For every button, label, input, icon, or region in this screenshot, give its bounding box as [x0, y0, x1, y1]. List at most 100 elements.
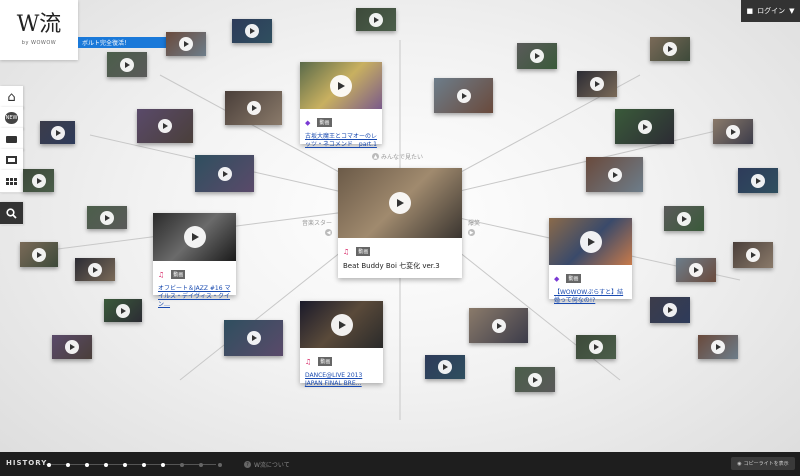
video-thumbnail[interactable]	[52, 335, 92, 359]
sidebar-item-folder[interactable]	[0, 149, 23, 172]
play-icon[interactable]	[590, 77, 604, 91]
video-thumbnail[interactable]	[195, 155, 254, 192]
play-icon[interactable]	[217, 166, 232, 181]
play-icon[interactable]	[746, 248, 760, 262]
play-icon[interactable]	[389, 192, 411, 214]
about-link[interactable]: ? W流について	[244, 460, 290, 469]
sidebar-item-home[interactable]: ⌂	[0, 86, 23, 109]
video-title[interactable]: Beat Buddy Boi 七変化 ver.3	[343, 262, 457, 270]
video-thumbnail[interactable]	[576, 335, 616, 359]
video-thumbnail[interactable]	[225, 91, 282, 125]
video-card-right[interactable]: ◆ 動画 【WOWOWぷらすと】結婚って何なの!?	[549, 218, 632, 304]
history-dot[interactable]	[180, 463, 184, 467]
video-thumbnail[interactable]	[676, 258, 716, 282]
play-icon[interactable]	[183, 226, 206, 248]
play-icon[interactable]	[456, 88, 471, 103]
video-thumbnail[interactable]	[733, 242, 773, 268]
login-button[interactable]: ■ ログイン ▼	[741, 0, 800, 22]
play-icon[interactable]	[689, 263, 703, 277]
play-icon[interactable]	[330, 74, 352, 97]
history-dot[interactable]	[66, 463, 70, 467]
play-icon[interactable]	[32, 247, 46, 262]
sidebar-item-genre[interactable]	[0, 128, 23, 151]
play-icon[interactable]	[158, 119, 172, 133]
history-dot[interactable]	[142, 463, 146, 467]
video-thumbnail[interactable]	[166, 32, 206, 56]
video-thumbnail[interactable]	[87, 206, 127, 229]
play-icon[interactable]	[245, 24, 259, 38]
play-icon[interactable]	[438, 360, 452, 374]
history-dot[interactable]	[47, 463, 51, 467]
app-logo[interactable]: W流 by WOWOW	[0, 0, 78, 60]
play-icon[interactable]	[246, 331, 261, 345]
play-icon[interactable]	[663, 303, 677, 317]
direction-right-label[interactable]: 爆笑 ▶	[468, 218, 480, 236]
video-thumbnail[interactable]	[356, 8, 396, 31]
video-thumbnail[interactable]	[23, 169, 54, 192]
history-dot[interactable]	[123, 463, 127, 467]
play-icon[interactable]	[491, 318, 506, 333]
video-thumbnail[interactable]	[300, 301, 383, 348]
history-dot[interactable]	[161, 463, 165, 467]
play-icon[interactable]	[726, 124, 740, 139]
play-icon[interactable]	[50, 125, 65, 140]
video-card-top[interactable]: ◆ 動画 古坂大魔王とコマオーのレッツ・ネコメンド part.1	[300, 62, 382, 148]
video-title[interactable]: オフビート＆JAZZ #16 マイルス・デイヴィス・クイン…	[158, 285, 231, 309]
video-thumbnail[interactable]	[137, 109, 193, 143]
video-thumbnail[interactable]	[713, 119, 753, 144]
play-icon[interactable]	[528, 372, 542, 387]
video-thumbnail[interactable]	[615, 109, 674, 144]
video-thumbnail[interactable]	[469, 308, 528, 343]
play-icon[interactable]	[637, 119, 652, 134]
play-icon[interactable]	[677, 211, 691, 226]
video-thumbnail[interactable]	[586, 157, 643, 192]
video-thumbnail[interactable]	[40, 121, 75, 144]
play-icon[interactable]	[31, 173, 46, 188]
video-thumbnail[interactable]	[577, 71, 617, 97]
video-thumbnail[interactable]	[517, 43, 557, 69]
video-thumbnail[interactable]	[153, 213, 236, 261]
video-thumbnail[interactable]	[104, 299, 142, 322]
video-title[interactable]: 古坂大魔王とコマオーのレッツ・ネコメンド part.1	[305, 133, 377, 149]
video-card-center[interactable]: ♫ 動画 Beat Buddy Boi 七変化 ver.3	[338, 168, 462, 278]
video-thumbnail[interactable]	[107, 52, 147, 77]
video-thumbnail[interactable]	[232, 19, 272, 43]
play-icon[interactable]	[607, 167, 622, 182]
video-thumbnail[interactable]	[338, 168, 462, 238]
sidebar-item-search[interactable]	[0, 202, 23, 225]
video-thumbnail[interactable]	[434, 78, 493, 113]
video-thumbnail[interactable]	[698, 335, 738, 359]
direction-left-label[interactable]: 音楽スター ◀	[302, 218, 333, 236]
video-thumbnail[interactable]	[75, 258, 115, 281]
history-dot[interactable]	[218, 463, 222, 467]
play-icon[interactable]	[751, 173, 765, 188]
history-dot[interactable]	[199, 463, 203, 467]
play-icon[interactable]	[100, 210, 114, 225]
play-icon[interactable]	[711, 340, 725, 354]
feature-banner[interactable]: ボルト完全復活！	[78, 37, 177, 48]
video-card-bottom[interactable]: ♫ 動画 DANCE@LIVE 2013 JAPAN FINAL BRE…	[300, 301, 383, 387]
video-thumbnail[interactable]	[224, 320, 283, 356]
play-icon[interactable]	[246, 101, 261, 115]
play-icon[interactable]	[530, 49, 544, 63]
play-icon[interactable]	[120, 57, 134, 72]
history-dot[interactable]	[85, 463, 89, 467]
play-icon[interactable]	[330, 313, 353, 336]
video-thumbnail[interactable]	[650, 37, 690, 61]
play-icon[interactable]	[369, 12, 383, 27]
direction-up-label[interactable]: ▲ みんなで見たい	[372, 152, 423, 161]
play-icon[interactable]	[65, 340, 79, 354]
video-thumbnail[interactable]	[20, 242, 58, 267]
video-thumbnail[interactable]	[300, 62, 382, 109]
video-thumbnail[interactable]	[515, 367, 555, 392]
video-title[interactable]: DANCE@LIVE 2013 JAPAN FINAL BRE…	[305, 372, 378, 388]
play-icon[interactable]	[663, 42, 677, 56]
copyright-button[interactable]: ◉ コピーライトを表示	[731, 457, 795, 470]
video-thumbnail[interactable]	[738, 168, 778, 193]
video-thumbnail[interactable]	[650, 297, 690, 323]
play-icon[interactable]	[179, 37, 193, 51]
play-icon[interactable]	[579, 230, 602, 253]
video-thumbnail[interactable]	[549, 218, 632, 265]
sidebar-item-grid[interactable]	[0, 170, 23, 193]
video-title[interactable]: 【WOWOWぷらすと】結婚って何なの!?	[554, 289, 627, 305]
